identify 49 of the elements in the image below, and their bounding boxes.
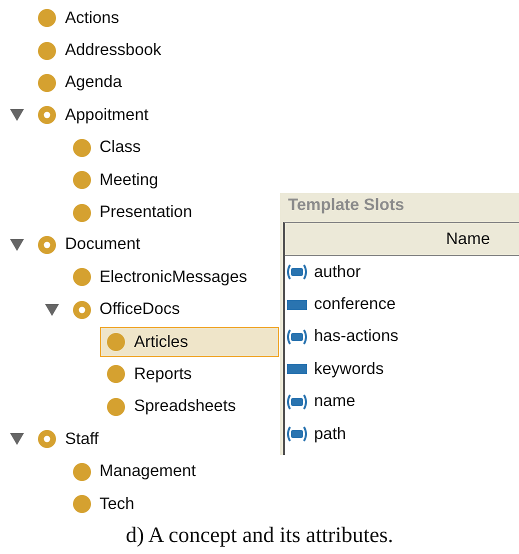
class-ring-icon <box>72 300 90 319</box>
expanded-triangle-icon[interactable] <box>10 433 24 446</box>
multi-slot-icon <box>286 328 308 345</box>
slot-name[interactable]: has-actions <box>314 327 398 346</box>
tree-item[interactable]: OfficeDocs <box>66 294 187 325</box>
tree-item[interactable]: Articles <box>100 327 279 358</box>
tree-item[interactable]: ElectronicMessages <box>66 262 254 292</box>
tree-item[interactable]: Document <box>31 230 148 260</box>
class-dot-icon <box>38 74 56 92</box>
class-dot-icon <box>107 365 125 384</box>
tree-item[interactable]: Agenda <box>31 68 129 98</box>
tree-item[interactable]: Class <box>66 132 148 163</box>
tree-item[interactable]: Addressbook <box>31 36 168 66</box>
class-dot-icon <box>107 333 125 352</box>
slot-name[interactable]: conference <box>314 295 396 314</box>
tree-item[interactable]: Staff <box>31 424 106 454</box>
multi-slot-icon <box>286 394 308 410</box>
slot-name[interactable]: author <box>314 262 361 282</box>
figure-caption: d) A concept and its attributes. <box>126 522 394 547</box>
expanded-triangle-icon[interactable] <box>10 238 24 251</box>
column-header[interactable]: Name <box>285 223 519 256</box>
expanded-triangle-icon[interactable] <box>44 304 58 316</box>
class-dot-icon <box>72 462 90 481</box>
class-dot-icon <box>38 42 56 60</box>
class-ring-icon <box>38 430 56 448</box>
tree-item[interactable]: Management <box>66 456 203 487</box>
class-dot-icon <box>72 495 90 514</box>
tree-item[interactable]: Reports <box>100 359 199 390</box>
panel-title: Template Slots <box>287 195 406 216</box>
slot-name[interactable]: name <box>314 392 356 412</box>
tree-item[interactable]: Tech <box>66 489 142 520</box>
class-dot-icon <box>72 138 90 157</box>
class-dot-icon <box>72 171 90 190</box>
multi-slot-icon <box>286 426 308 442</box>
slot-name[interactable]: path <box>314 424 346 444</box>
class-dot-icon <box>107 398 125 416</box>
expanded-triangle-icon[interactable] <box>10 109 24 122</box>
tree-item[interactable]: Appoitment <box>31 100 156 130</box>
tree-item[interactable]: Presentation <box>66 198 200 228</box>
slot-name[interactable]: keywords <box>314 360 384 379</box>
class-dot-icon <box>72 268 90 286</box>
tree-item[interactable]: Spreadsheets <box>100 392 243 422</box>
tree-item[interactable]: Actions <box>31 3 126 34</box>
class-ring-icon <box>38 106 56 124</box>
multi-slot-icon <box>286 264 308 280</box>
tree-item[interactable]: Meeting <box>66 165 166 196</box>
class-dot-icon <box>72 204 90 222</box>
class-ring-icon <box>38 236 56 254</box>
class-dot-icon <box>38 9 56 28</box>
